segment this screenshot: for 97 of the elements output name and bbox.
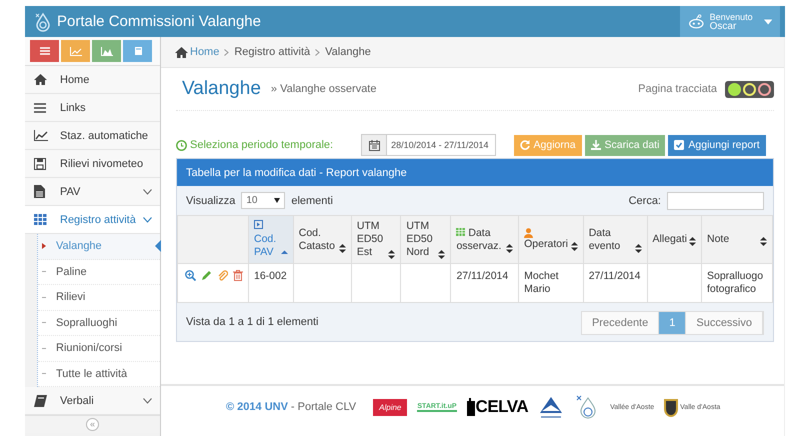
table-cell — [647, 264, 702, 302]
table-info: Vista da 1 a 1 di 1 elementi — [186, 316, 318, 328]
book-icon — [34, 394, 47, 406]
sort-icon — [388, 250, 396, 259]
page-length-select[interactable]: 10 — [241, 192, 286, 209]
shortcut-button[interactable] — [123, 40, 152, 62]
sort-icon — [760, 237, 767, 246]
table-cell: 27/11/2014 — [450, 264, 519, 302]
sort-icon — [338, 244, 346, 252]
nav-item[interactable]: Registro attività — [25, 206, 160, 234]
paperclip-icon[interactable] — [217, 270, 228, 281]
sort-icon — [634, 244, 642, 252]
table-cell: Mochet Mario — [518, 264, 584, 302]
menu-icon — [34, 102, 46, 112]
trash-icon[interactable] — [233, 270, 243, 281]
page-title: Valanghe — [182, 78, 261, 100]
page-subtitle: » Valanghe osservate — [270, 83, 376, 95]
pagination-button[interactable]: Successivo — [686, 312, 763, 334]
nav-item[interactable]: Staz. automatiche — [25, 122, 160, 150]
pagination-button[interactable]: Precedente — [582, 312, 660, 334]
shortcut-button[interactable] — [30, 40, 59, 62]
menu-icon — [40, 47, 50, 55]
period-label: Seleziona periodo temporale: — [190, 139, 334, 151]
table-cell — [293, 264, 352, 302]
chevron-icon — [143, 216, 152, 222]
user-name: Oscar — [710, 22, 738, 32]
shortcut-button[interactable] — [61, 40, 90, 62]
caret-icon — [274, 198, 280, 203]
nav-item[interactable]: Links — [25, 94, 160, 122]
tracking-label: Pagina tracciata — [638, 83, 717, 95]
shield-icon — [664, 397, 678, 417]
calendar-icon — [456, 226, 466, 236]
grid-icon — [34, 214, 47, 225]
play-square-icon — [254, 220, 263, 229]
clock-icon — [176, 140, 187, 150]
table-cell — [400, 264, 451, 302]
column-header[interactable]: Operatori — [518, 216, 584, 264]
panel-title: Tabella per la modifica dati - Report valanghe — [186, 166, 407, 178]
home-icon — [175, 46, 188, 58]
greeting-text: Benvenuto — [710, 12, 753, 22]
column-header[interactable]: Data evento — [583, 216, 648, 264]
sort-icon — [688, 237, 696, 246]
app-title: Portale Commissioni Valanghe — [57, 13, 261, 30]
area-chart-icon — [100, 46, 112, 56]
download-icon — [590, 140, 601, 150]
footer-text: - Portale CLV — [290, 401, 356, 413]
calendar-icon — [368, 140, 380, 150]
sort-icon — [506, 244, 514, 252]
action-button[interactable]: Aggiungi report — [668, 134, 766, 156]
column-header[interactable]: UTM ED50 Nord — [400, 216, 451, 264]
submenu-item[interactable]: Sopralluoghi — [38, 310, 160, 336]
celva-logo: CELVA — [466, 397, 528, 417]
submenu-item[interactable]: Riunioni/corsi — [38, 336, 160, 362]
sort-icon — [570, 242, 578, 251]
checkbox-icon — [674, 140, 684, 150]
sort-icon — [438, 250, 446, 259]
tower-icon — [466, 398, 475, 416]
search-field[interactable] — [667, 192, 764, 210]
alpine-space-logo: Alpine — [373, 398, 408, 416]
column-header[interactable]: Allegati — [647, 216, 702, 264]
length-label: elementi — [291, 194, 333, 206]
table-cell — [351, 264, 401, 302]
chevron-icon — [143, 398, 152, 404]
shortcut-button[interactable] — [92, 40, 121, 62]
nav-item[interactable]: Home — [25, 66, 160, 94]
document-icon — [34, 185, 45, 198]
chevron-icon — [143, 188, 152, 194]
date-range-field[interactable]: 28/10/2014 - 27/11/2014 — [361, 134, 496, 156]
table-cell: 16-002 — [248, 264, 294, 302]
search-label: Cerca: — [628, 194, 661, 206]
mountain-logo — [538, 395, 564, 419]
column-header[interactable]: Cod. Catasto — [293, 216, 352, 264]
refresh-icon — [520, 140, 530, 150]
column-header[interactable]: Note — [701, 216, 772, 264]
nav-item[interactable]: Verbali — [25, 387, 160, 415]
chevron-right-icon — [224, 48, 230, 56]
person-icon — [524, 228, 534, 238]
line-chart-icon — [34, 130, 48, 141]
book-icon — [132, 46, 142, 56]
triangle-icon — [42, 243, 46, 250]
robot-icon — [688, 12, 705, 30]
zoom-in-icon[interactable] — [185, 270, 196, 281]
chevron-right-icon — [315, 48, 320, 56]
nav-item[interactable]: Rilievi nivometeo — [25, 150, 160, 178]
line-chart-icon — [70, 46, 82, 56]
length-label: Visualizza — [186, 194, 236, 206]
caret-icon — [764, 18, 772, 24]
column-header[interactable]: Data osservaz. — [450, 216, 519, 264]
nav-item[interactable]: PAV — [25, 178, 160, 206]
submenu-item[interactable]: Paline — [38, 260, 160, 285]
home-icon — [34, 74, 47, 85]
submenu-item[interactable]: Rilievi — [38, 285, 160, 310]
breadcrumb-link[interactable]: Registro attività — [234, 46, 310, 58]
table-cell: Sopralluogo fotografico — [701, 264, 772, 302]
column-header[interactable]: UTM ED50 Est — [351, 216, 401, 264]
table-cell: 27/11/2014 — [583, 264, 648, 302]
pencil-icon[interactable] — [201, 270, 212, 281]
